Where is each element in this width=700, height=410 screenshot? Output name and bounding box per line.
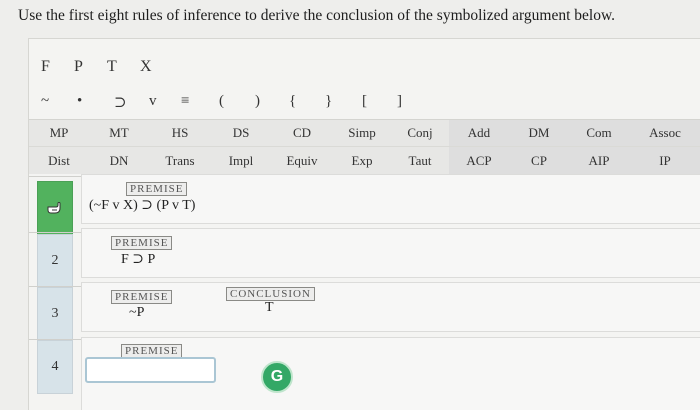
line-number-4[interactable]: 4 [37,340,73,394]
formula-line-1: (~F v X) ⊃ (P v T) [89,198,196,213]
rule-mp[interactable]: MP [29,120,89,146]
symbol-open-bracket[interactable]: [ [362,93,367,110]
rule-ip[interactable]: IP [629,147,700,174]
line-number-2[interactable]: 2 [37,234,73,288]
rule-simp[interactable]: Simp [333,120,391,146]
symbol-triple-bar[interactable]: ≡ [181,93,189,110]
rule-assoc[interactable]: Assoc [629,120,700,146]
rule-exp[interactable]: Exp [333,147,391,174]
step-line-2[interactable] [81,228,700,278]
line-number-3[interactable]: 3 [37,287,73,341]
rules-row-2: Dist DN Trans Impl Equiv Exp Taut ACP CP… [29,147,700,174]
conclusion-tag: CONCLUSION [226,287,315,301]
symbol-dot[interactable]: • [77,93,82,110]
rule-equiv[interactable]: Equiv [271,147,333,174]
premise-tag: PREMISE [111,290,173,304]
symbol-close-bracket[interactable]: ] [397,93,402,110]
variable-x[interactable]: X [140,58,173,76]
symbol-close-brace[interactable]: } [325,93,332,110]
premise-tag: PREMISE [121,344,183,358]
rule-cp[interactable]: CP [509,147,569,174]
rule-com[interactable]: Com [569,120,629,146]
premise-tag: PREMISE [126,182,188,196]
rule-dist[interactable]: Dist [29,147,89,174]
rule-impl[interactable]: Impl [211,147,271,174]
instructions: Use the first eight rules of inference t… [18,7,615,24]
symbol-close-paren[interactable]: ) [255,93,260,110]
rules-bar: MP MT HS DS CD Simp Conj Add DM Com Asso… [29,119,700,174]
rule-add[interactable]: Add [449,120,509,146]
formula-line-3: ~P [129,305,145,320]
pointing-hand-icon [47,202,61,214]
rule-aip[interactable]: AIP [569,147,629,174]
symbol-open-paren[interactable]: ( [219,93,224,110]
step-line-3[interactable] [81,282,700,332]
variable-f[interactable]: F [41,58,74,76]
formula-line-2: F ⊃ P [121,252,156,267]
symbol-open-brace[interactable]: { [289,93,296,110]
symbol-horseshoe[interactable]: ⊃ [114,93,127,112]
rule-acp[interactable]: ACP [449,147,509,174]
rule-conj[interactable]: Conj [391,120,449,146]
rule-dn[interactable]: DN [89,147,149,174]
proof-panel: FPTX ~ • ⊃ v ≡ ( ) { } [ ] MP MT HS DS C… [28,38,700,410]
go-button[interactable]: G [261,361,293,393]
rule-trans[interactable]: Trans [149,147,211,174]
line-number-1[interactable] [37,181,73,235]
rule-hs[interactable]: HS [149,120,211,146]
conclusion-formula: T [265,300,274,315]
symbol-tilde[interactable]: ~ [41,93,49,110]
rule-dm[interactable]: DM [509,120,569,146]
rule-mt[interactable]: MT [89,120,149,146]
rule-taut[interactable]: Taut [391,147,449,174]
rule-ds[interactable]: DS [211,120,271,146]
symbol-wedge[interactable]: v [149,93,157,110]
rule-cd[interactable]: CD [271,120,333,146]
rules-row-1: MP MT HS DS CD Simp Conj Add DM Com Asso… [29,120,700,147]
premise-tag: PREMISE [111,236,173,250]
variable-p[interactable]: P [74,58,107,76]
formula-input[interactable] [85,357,216,383]
variable-bar: FPTX [41,58,173,76]
variable-t[interactable]: T [107,58,140,76]
